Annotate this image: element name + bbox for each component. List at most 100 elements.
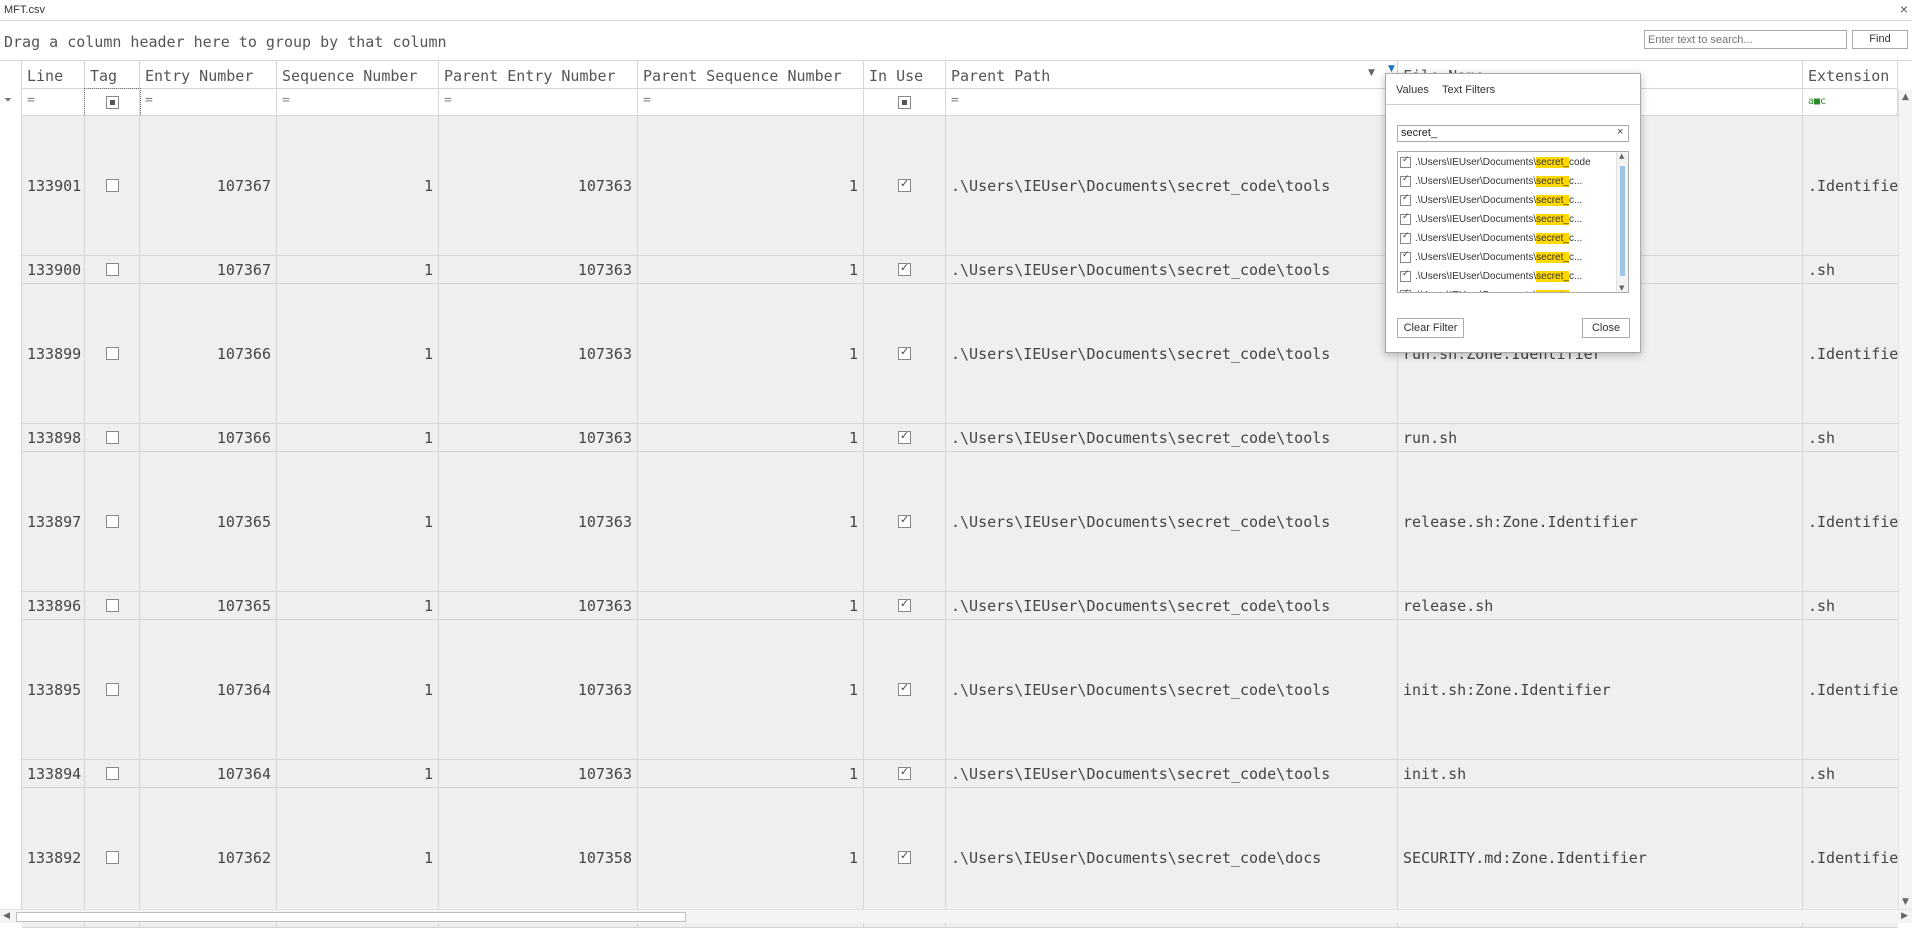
column-header-line[interactable]: Line [22, 61, 85, 89]
cell-file-name[interactable]: release.sh [1398, 592, 1803, 619]
scroll-up-icon[interactable]: ▲ [1902, 92, 1909, 102]
filter-cell-in-use[interactable] [864, 89, 946, 116]
cell-file-name[interactable]: run.sh [1398, 424, 1803, 451]
cell-parent-entry-number[interactable]: 107363 [439, 592, 638, 619]
tag-checkbox[interactable] [105, 683, 119, 696]
filter-value-checkbox[interactable] [1400, 174, 1411, 187]
filter-value-item[interactable]: .\Users\IEUser\Documents\secret_c... [1400, 286, 1582, 292]
cell-parent-entry-number[interactable]: 107363 [439, 760, 638, 787]
filter-cell-extension[interactable]: a■c [1803, 89, 1898, 116]
find-button[interactable]: Find [1852, 30, 1908, 49]
cell-entry-number[interactable]: 107366 [140, 424, 277, 451]
scroll-right-icon[interactable]: ▶ [1901, 911, 1908, 921]
cell-tag[interactable] [85, 620, 140, 759]
cell-sequence-number[interactable]: 1 [277, 116, 439, 255]
vertical-scrollbar[interactable]: ▲ ▼ [1898, 90, 1912, 909]
cell-extension[interactable]: .Identifie [1803, 284, 1898, 423]
cell-sequence-number[interactable]: 1 [277, 256, 439, 283]
filter-list-scrollbar[interactable]: ▲ ▼ [1616, 152, 1628, 292]
cell-entry-number[interactable]: 107367 [140, 116, 277, 255]
cell-extension[interactable]: .sh [1803, 424, 1898, 451]
cell-extension[interactable]: .Identifie [1803, 620, 1898, 759]
cell-file-name[interactable]: SECURITY.md:Zone.Identifier [1398, 788, 1803, 927]
cell-in-use[interactable] [864, 424, 946, 451]
column-header-parent-entry-number[interactable]: Parent Entry Number [439, 61, 638, 89]
tab-values[interactable]: Values [1396, 84, 1429, 96]
cell-parent-path[interactable]: .\Users\IEUser\Documents\secret_code\too… [946, 452, 1398, 591]
cell-tag[interactable] [85, 452, 140, 591]
group-by-panel[interactable]: Drag a column header here to group by th… [0, 21, 1912, 61]
column-header-extension[interactable]: Extension [1803, 61, 1898, 89]
table-row[interactable]: 13389410736411073631.\Users\IEUser\Docum… [22, 760, 1898, 788]
cell-parent-entry-number[interactable]: 107363 [439, 116, 638, 255]
cell-in-use[interactable] [864, 116, 946, 255]
cell-line[interactable]: 133895 [22, 620, 85, 759]
cell-entry-number[interactable]: 107367 [140, 256, 277, 283]
close-icon[interactable]: × [1900, 1, 1908, 17]
column-dropdown-icon[interactable]: ▼ [1368, 68, 1375, 78]
cell-sequence-number[interactable]: 1 [277, 620, 439, 759]
filter-cell-parent-entry-number[interactable]: = [439, 89, 638, 116]
cell-sequence-number[interactable]: 1 [277, 760, 439, 787]
cell-line[interactable]: 133900 [22, 256, 85, 283]
cell-in-use[interactable] [864, 452, 946, 591]
cell-extension[interactable]: .Identifie [1803, 452, 1898, 591]
tag-checkbox[interactable] [105, 347, 119, 360]
cell-parent-entry-number[interactable]: 107363 [439, 620, 638, 759]
filter-value-item[interactable]: .\Users\IEUser\Documents\secret_c... [1400, 229, 1582, 248]
cell-sequence-number[interactable]: 1 [277, 788, 439, 927]
cell-file-name[interactable]: init.sh [1398, 760, 1803, 787]
filter-value-item[interactable]: .\Users\IEUser\Documents\secret_c... [1400, 248, 1582, 267]
cell-entry-number[interactable]: 107364 [140, 620, 277, 759]
cell-line[interactable]: 133892 [22, 788, 85, 927]
tag-checkbox[interactable] [105, 431, 119, 444]
cell-sequence-number[interactable]: 1 [277, 592, 439, 619]
clear-filter-button[interactable]: Clear Filter [1397, 318, 1464, 338]
cell-parent-path[interactable]: .\Users\IEUser\Documents\secret_code\too… [946, 592, 1398, 619]
cell-entry-number[interactable]: 107365 [140, 452, 277, 591]
in-use-checkbox[interactable] [898, 849, 911, 864]
in-use-checkbox[interactable] [898, 177, 911, 192]
cell-line[interactable]: 133894 [22, 760, 85, 787]
tab-text-filters[interactable]: Text Filters [1442, 84, 1495, 96]
column-header-tag[interactable]: Tag [85, 61, 140, 89]
filter-checkbox[interactable] [898, 96, 911, 109]
in-use-checkbox[interactable] [898, 681, 911, 696]
horizontal-scroll-thumb[interactable] [16, 912, 686, 922]
filter-list-scroll-thumb[interactable] [1620, 166, 1625, 276]
cell-line[interactable]: 133901 [22, 116, 85, 255]
cell-line[interactable]: 133896 [22, 592, 85, 619]
filter-value-item[interactable]: .\Users\IEUser\Documents\secret_c... [1400, 172, 1582, 191]
column-header-parent-sequence-number[interactable]: Parent Sequence Number [638, 61, 864, 89]
scroll-up-icon[interactable]: ▲ [1619, 152, 1624, 160]
cell-parent-entry-number[interactable]: 107363 [439, 424, 638, 451]
cell-extension[interactable]: .Identifie [1803, 788, 1898, 927]
cell-parent-path[interactable]: .\Users\IEUser\Documents\secret_code\too… [946, 116, 1398, 255]
clear-search-icon[interactable]: × [1617, 126, 1623, 138]
cell-parent-entry-number[interactable]: 107363 [439, 284, 638, 423]
column-header-parent-path[interactable]: Parent Path [946, 61, 1398, 89]
tag-checkbox[interactable] [105, 179, 119, 192]
cell-entry-number[interactable]: 107364 [140, 760, 277, 787]
cell-parent-sequence-number[interactable]: 1 [638, 256, 864, 283]
tag-checkbox[interactable] [105, 851, 119, 864]
cell-parent-path[interactable]: .\Users\IEUser\Documents\secret_code\too… [946, 760, 1398, 787]
search-input[interactable] [1644, 30, 1847, 49]
close-button[interactable]: Close [1582, 318, 1630, 338]
cell-parent-path[interactable]: .\Users\IEUser\Documents\secret_code\too… [946, 256, 1398, 283]
column-header-sequence-number[interactable]: Sequence Number [277, 61, 439, 89]
cell-line[interactable]: 133897 [22, 452, 85, 591]
cell-tag[interactable] [85, 284, 140, 423]
cell-file-name[interactable]: release.sh:Zone.Identifier [1398, 452, 1803, 591]
table-row[interactable]: 13389610736511073631.\Users\IEUser\Docum… [22, 592, 1898, 620]
cell-parent-entry-number[interactable]: 107358 [439, 788, 638, 927]
tag-checkbox[interactable] [105, 767, 119, 780]
table-row[interactable]: 13389510736411073631.\Users\IEUser\Docum… [22, 620, 1898, 760]
filter-cell-parent-path[interactable]: = [946, 89, 1398, 116]
in-use-checkbox[interactable] [898, 513, 911, 528]
cell-in-use[interactable] [864, 760, 946, 787]
tag-checkbox[interactable] [105, 515, 119, 528]
filter-value-checkbox[interactable] [1400, 269, 1411, 282]
tag-checkbox[interactable] [105, 599, 119, 612]
filter-checkbox[interactable] [105, 96, 119, 109]
